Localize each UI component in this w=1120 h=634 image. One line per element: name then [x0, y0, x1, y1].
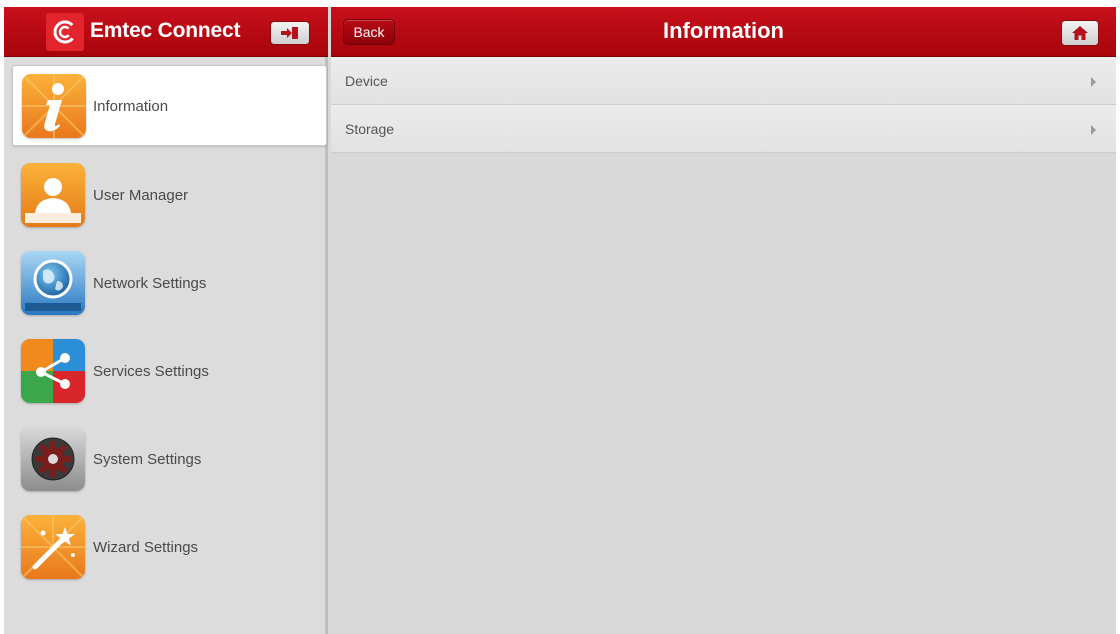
sidebar-header: Emtec Connect — [4, 7, 328, 57]
information-list: Device Storage — [331, 57, 1116, 153]
sidebar-item-information[interactable]: Information — [4, 63, 328, 151]
sidebar-item-label: Wizard Settings — [93, 539, 199, 556]
sidebar-item-network-settings[interactable]: Network Settings — [4, 239, 328, 327]
sidebar-item-information-highlight[interactable]: Information — [12, 65, 327, 146]
main-panel: Back Information Device Storage — [331, 7, 1116, 634]
sidebar-item-label: System Settings — [93, 451, 202, 468]
sidebar-item-wizard-settings[interactable]: Wizard Settings — [4, 503, 328, 591]
logout-icon — [281, 27, 298, 39]
app-window: Emtec Connect Information User Manager N… — [4, 7, 1116, 634]
sidebar-item-user-manager[interactable]: User Manager — [4, 151, 328, 239]
sidebar: Emtec Connect Information User Manager N… — [4, 7, 328, 634]
sidebar-item-label: Information — [93, 98, 169, 115]
share-services-icon — [21, 339, 85, 403]
logout-button[interactable] — [270, 21, 310, 45]
main-header: Back Information — [331, 7, 1116, 57]
information-icon — [22, 74, 86, 138]
emtec-logo-icon — [46, 13, 84, 51]
chevron-right-icon — [1091, 125, 1096, 135]
list-item-label: Device — [345, 73, 388, 89]
sidebar-item-label: Services Settings — [93, 363, 209, 380]
list-item-label: Storage — [345, 121, 395, 137]
user-manager-icon — [21, 163, 85, 227]
list-item-storage[interactable]: Storage — [331, 105, 1116, 153]
sidebar-menu: Information User Manager Network Setting… — [4, 63, 328, 591]
list-item-device[interactable]: Device — [331, 57, 1116, 105]
sidebar-item-system-settings[interactable]: System Settings — [4, 415, 328, 503]
wizard-wand-icon — [21, 515, 85, 579]
home-button[interactable] — [1061, 20, 1099, 46]
sidebar-item-label: User Manager — [93, 187, 189, 204]
home-icon — [1072, 26, 1088, 40]
network-globe-icon — [21, 251, 85, 315]
page-title: Information — [663, 18, 784, 43]
chevron-right-icon — [1091, 77, 1096, 87]
sidebar-item-services-settings[interactable]: Services Settings — [4, 327, 328, 415]
app-title: Emtec Connect — [90, 19, 241, 42]
sidebar-item-label: Network Settings — [93, 275, 207, 292]
system-gear-icon — [21, 427, 85, 491]
